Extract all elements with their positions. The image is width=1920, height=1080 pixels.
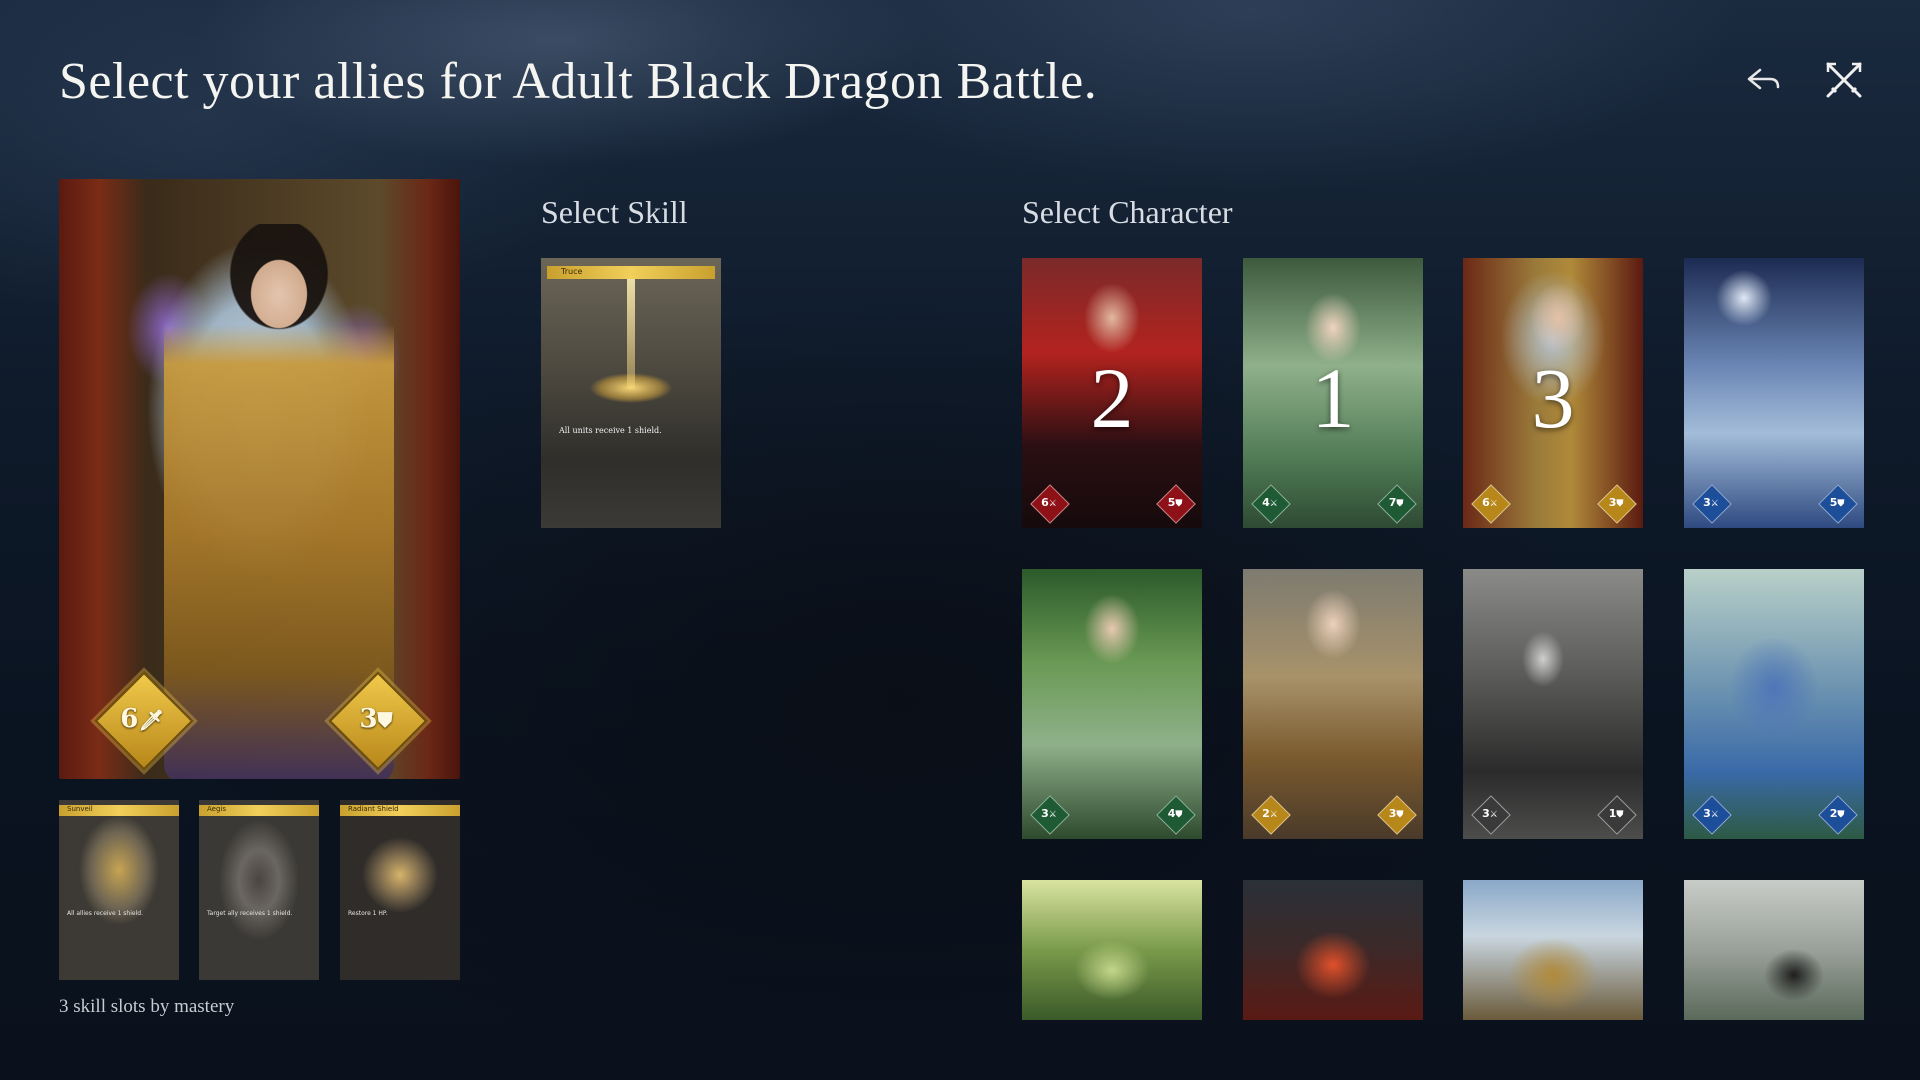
defense-value: 5⛊: [1167, 496, 1183, 509]
skill-slot[interactable]: Radiant Shield Restore 1 HP.: [340, 800, 460, 980]
shield-icon: ⛊: [1616, 499, 1624, 509]
defense-value: 4⛊: [1167, 807, 1183, 820]
skill-slot-description: Target ally receives 1 shield.: [207, 910, 293, 917]
skill-slot-description: All allies receive 1 shield.: [67, 910, 143, 917]
character-card[interactable]: [1463, 880, 1643, 1020]
selection-order-number: 1: [1311, 350, 1355, 446]
back-arrow-icon[interactable]: [1742, 58, 1786, 102]
sword-icon: ⚔: [1048, 499, 1057, 509]
attack-value: 3⚔: [1482, 807, 1498, 820]
attack-value: 6⚔: [1482, 496, 1498, 509]
select-skill-heading: Select Skill: [541, 194, 688, 230]
defense-value: 1⛊: [1608, 807, 1624, 820]
skill-card-truce[interactable]: Truce All units receive 1 shield.: [541, 258, 721, 528]
skill-slot-header: Sunveil: [59, 805, 179, 816]
defense-value: 5⛊: [1829, 496, 1845, 509]
select-character-heading: Select Character: [1022, 194, 1233, 230]
shield-icon: ⛊: [1396, 499, 1404, 509]
character-card[interactable]: 3⚔ 4⛊: [1022, 569, 1202, 839]
shield-icon: ⛊: [1837, 499, 1845, 509]
defense-value: 3⛊: [1608, 496, 1624, 509]
shield-icon: ⛊: [1175, 810, 1183, 820]
skill-slots-caption: 3 skill slots by mastery: [59, 996, 235, 1017]
character-card[interactable]: [1243, 880, 1423, 1020]
attack-value: 3⚔: [1703, 807, 1719, 820]
shield-icon: ⛊: [1396, 810, 1404, 820]
skill-slot[interactable]: Aegis Target ally receives 1 shield.: [199, 800, 319, 980]
sword-icon: ⚔: [1269, 810, 1278, 820]
attack-value: 6⚔: [1041, 496, 1057, 509]
selection-order-number: 3: [1531, 350, 1575, 446]
sword-icon: ⚔: [1269, 499, 1278, 509]
sword-icon: ⚔: [1710, 810, 1719, 820]
shield-icon: ⛊: [377, 708, 393, 732]
character-portrait: [1243, 880, 1423, 1020]
skill-slot-header: Aegis: [199, 805, 319, 816]
character-card[interactable]: 3⚔ 1⛊: [1463, 569, 1643, 839]
selected-character-preview: 6🗡 3⛊: [59, 179, 460, 779]
sword-icon: ⚔: [1489, 810, 1498, 820]
attack-value: 4⚔: [1262, 496, 1278, 509]
defense-value: 3⛊: [1388, 807, 1404, 820]
character-card[interactable]: 1 4⚔ 7⛊: [1243, 258, 1423, 528]
skill-card-description: All units receive 1 shield.: [559, 426, 662, 435]
character-card[interactable]: 2⚔ 3⛊: [1243, 569, 1423, 839]
character-card[interactable]: [1684, 880, 1864, 1020]
selection-order-number: 2: [1090, 350, 1134, 446]
character-portrait: [1022, 880, 1202, 1020]
character-card[interactable]: [1022, 880, 1202, 1020]
character-card[interactable]: 3⚔ 5⛊: [1684, 258, 1864, 528]
skill-slot-header: Radiant Shield: [340, 805, 460, 816]
page-title: Select your allies for Adult Black Drago…: [59, 53, 1098, 110]
character-portrait: [1463, 880, 1643, 1020]
shield-icon: ⛊: [1616, 810, 1624, 820]
attack-value: 3⚔: [1041, 807, 1057, 820]
sword-icon: ⚔: [1489, 499, 1498, 509]
character-card[interactable]: 2 6⚔ 5⛊: [1022, 258, 1202, 528]
character-card[interactable]: 3⚔ 2⛊: [1684, 569, 1864, 839]
crossed-swords-icon[interactable]: [1822, 58, 1866, 102]
defense-value: 3⛊: [359, 704, 393, 734]
sword-icon: 🗡: [138, 708, 164, 732]
attack-value: 6🗡: [120, 704, 164, 734]
skill-slot[interactable]: Sunveil All allies receive 1 shield.: [59, 800, 179, 980]
character-card[interactable]: 3 6⚔ 3⛊: [1463, 258, 1643, 528]
character-portrait: [1684, 880, 1864, 1020]
defense-value: 7⛊: [1388, 496, 1404, 509]
attack-value: 3⚔: [1703, 496, 1719, 509]
skill-card-header: Truce: [547, 266, 715, 279]
sword-icon: ⚔: [1048, 810, 1057, 820]
shield-icon: ⛊: [1837, 810, 1845, 820]
skill-slot-description: Restore 1 HP.: [348, 910, 388, 917]
attack-value: 2⚔: [1262, 807, 1278, 820]
sword-icon: ⚔: [1710, 499, 1719, 509]
defense-value: 2⛊: [1829, 807, 1845, 820]
shield-icon: ⛊: [1175, 499, 1183, 509]
light-beam-art: [627, 272, 635, 388]
